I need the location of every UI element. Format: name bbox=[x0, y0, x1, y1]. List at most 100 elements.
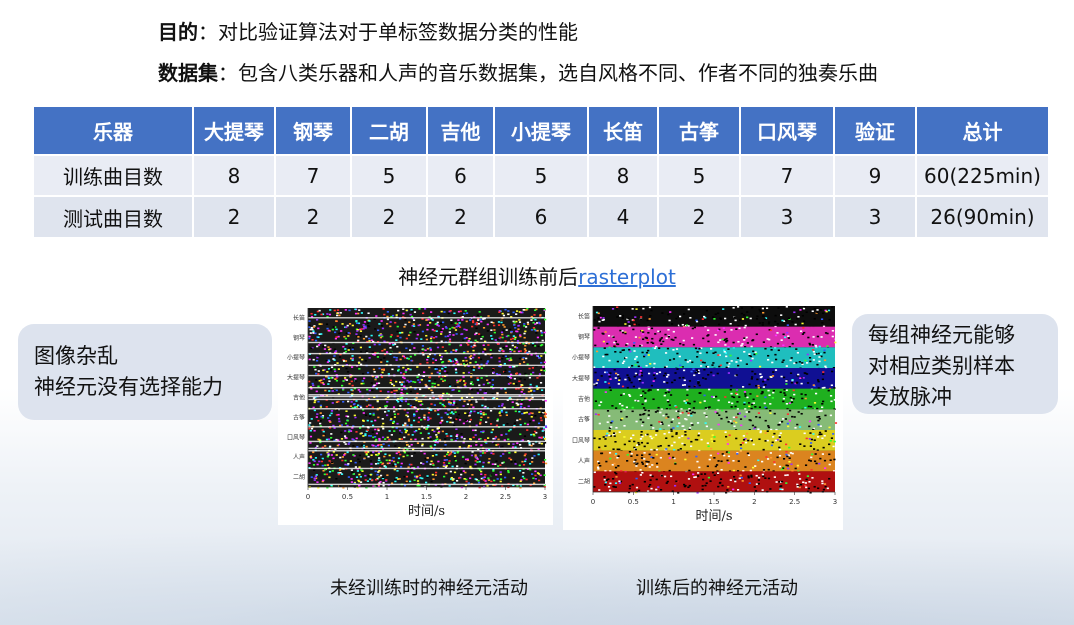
spike-mark bbox=[429, 436, 432, 438]
spike-mark bbox=[798, 361, 801, 363]
spike-mark bbox=[495, 460, 498, 463]
spike-mark bbox=[411, 406, 414, 408]
spike-mark bbox=[310, 418, 313, 420]
spike-mark bbox=[722, 308, 725, 310]
spike-mark bbox=[381, 418, 384, 420]
spike-mark bbox=[735, 416, 738, 419]
spike-mark bbox=[390, 434, 393, 436]
spike-mark bbox=[366, 419, 369, 422]
spike-mark bbox=[396, 345, 399, 348]
spike-mark bbox=[597, 460, 600, 463]
y-tick-label: 大提琴 bbox=[572, 374, 590, 382]
spike-mark bbox=[418, 308, 421, 310]
table-cell: 6 bbox=[494, 195, 589, 237]
spike-mark bbox=[477, 356, 481, 359]
spike-mark bbox=[763, 318, 766, 320]
spike-mark bbox=[385, 351, 389, 353]
spike-mark bbox=[650, 309, 653, 312]
spike-mark bbox=[543, 308, 546, 311]
spike-mark bbox=[530, 329, 534, 331]
spike-mark bbox=[614, 466, 618, 469]
spike-mark bbox=[400, 397, 404, 399]
spike-mark bbox=[652, 380, 655, 382]
spike-mark bbox=[358, 473, 361, 476]
spike-mark bbox=[720, 460, 723, 463]
spike-mark bbox=[532, 433, 535, 436]
spike-mark bbox=[604, 438, 607, 440]
spike-mark bbox=[490, 335, 493, 337]
spike-mark bbox=[616, 343, 619, 345]
spike-mark bbox=[386, 414, 389, 417]
spike-mark bbox=[693, 400, 696, 403]
spike-mark bbox=[710, 438, 713, 440]
spike-mark bbox=[403, 326, 406, 328]
spike-mark bbox=[429, 445, 432, 448]
spike-mark bbox=[717, 485, 720, 488]
spike-mark bbox=[632, 344, 636, 347]
spike-mark bbox=[765, 307, 769, 310]
spike-mark bbox=[524, 330, 527, 333]
spike-mark bbox=[365, 405, 369, 408]
spike-mark bbox=[687, 325, 690, 327]
spike-mark bbox=[402, 455, 405, 458]
spike-mark bbox=[497, 321, 501, 323]
spike-mark bbox=[344, 422, 348, 425]
spike-mark bbox=[354, 466, 357, 468]
spike-mark bbox=[537, 453, 540, 456]
spike-mark bbox=[350, 481, 353, 483]
spike-mark bbox=[445, 327, 448, 329]
spike-mark bbox=[784, 336, 787, 339]
spike-mark bbox=[419, 388, 422, 391]
spike-mark bbox=[626, 453, 629, 456]
spike-mark bbox=[388, 454, 391, 457]
spike-mark bbox=[364, 414, 368, 416]
spike-mark bbox=[614, 486, 617, 488]
spike-mark bbox=[613, 432, 616, 435]
spike-mark bbox=[530, 473, 534, 475]
spike-mark bbox=[368, 320, 371, 322]
spike-mark bbox=[403, 475, 406, 478]
spike-mark bbox=[697, 472, 700, 474]
spike-mark bbox=[789, 359, 792, 362]
spike-mark bbox=[715, 395, 718, 398]
spike-mark bbox=[667, 313, 670, 316]
spike-mark bbox=[634, 364, 637, 366]
spike-mark bbox=[690, 422, 693, 425]
spike-mark bbox=[312, 397, 316, 399]
spike-mark bbox=[413, 413, 416, 416]
spike-mark bbox=[823, 359, 827, 362]
spike-mark bbox=[358, 362, 361, 364]
spike-mark bbox=[789, 452, 792, 454]
spike-mark bbox=[538, 436, 541, 439]
spike-mark bbox=[712, 316, 715, 318]
spike-mark bbox=[734, 480, 737, 483]
spike-mark bbox=[426, 475, 429, 477]
spike-mark bbox=[507, 469, 510, 472]
spike-mark bbox=[523, 348, 527, 350]
spike-mark bbox=[448, 485, 451, 487]
spike-mark bbox=[664, 372, 667, 375]
raster-streak bbox=[308, 450, 545, 452]
spike-mark bbox=[358, 466, 361, 468]
spike-mark bbox=[406, 424, 409, 427]
spike-mark bbox=[688, 359, 692, 362]
spike-mark bbox=[605, 434, 608, 437]
spike-mark bbox=[416, 333, 419, 336]
spike-mark bbox=[600, 375, 603, 377]
spike-mark bbox=[378, 437, 381, 440]
spike-mark bbox=[348, 346, 351, 349]
spike-mark bbox=[429, 463, 432, 466]
spike-mark bbox=[500, 413, 503, 415]
rasterplot-link[interactable]: rasterplot bbox=[578, 265, 676, 289]
spike-mark bbox=[524, 453, 527, 455]
spike-mark bbox=[821, 322, 824, 324]
spike-mark bbox=[769, 329, 772, 331]
spike-mark bbox=[785, 450, 788, 453]
spike-mark bbox=[335, 401, 339, 403]
spike-mark bbox=[751, 306, 754, 309]
spike-mark bbox=[764, 440, 767, 442]
spike-mark bbox=[490, 321, 493, 324]
spike-mark bbox=[470, 454, 474, 457]
spike-mark bbox=[666, 480, 669, 483]
spike-mark bbox=[734, 478, 737, 481]
